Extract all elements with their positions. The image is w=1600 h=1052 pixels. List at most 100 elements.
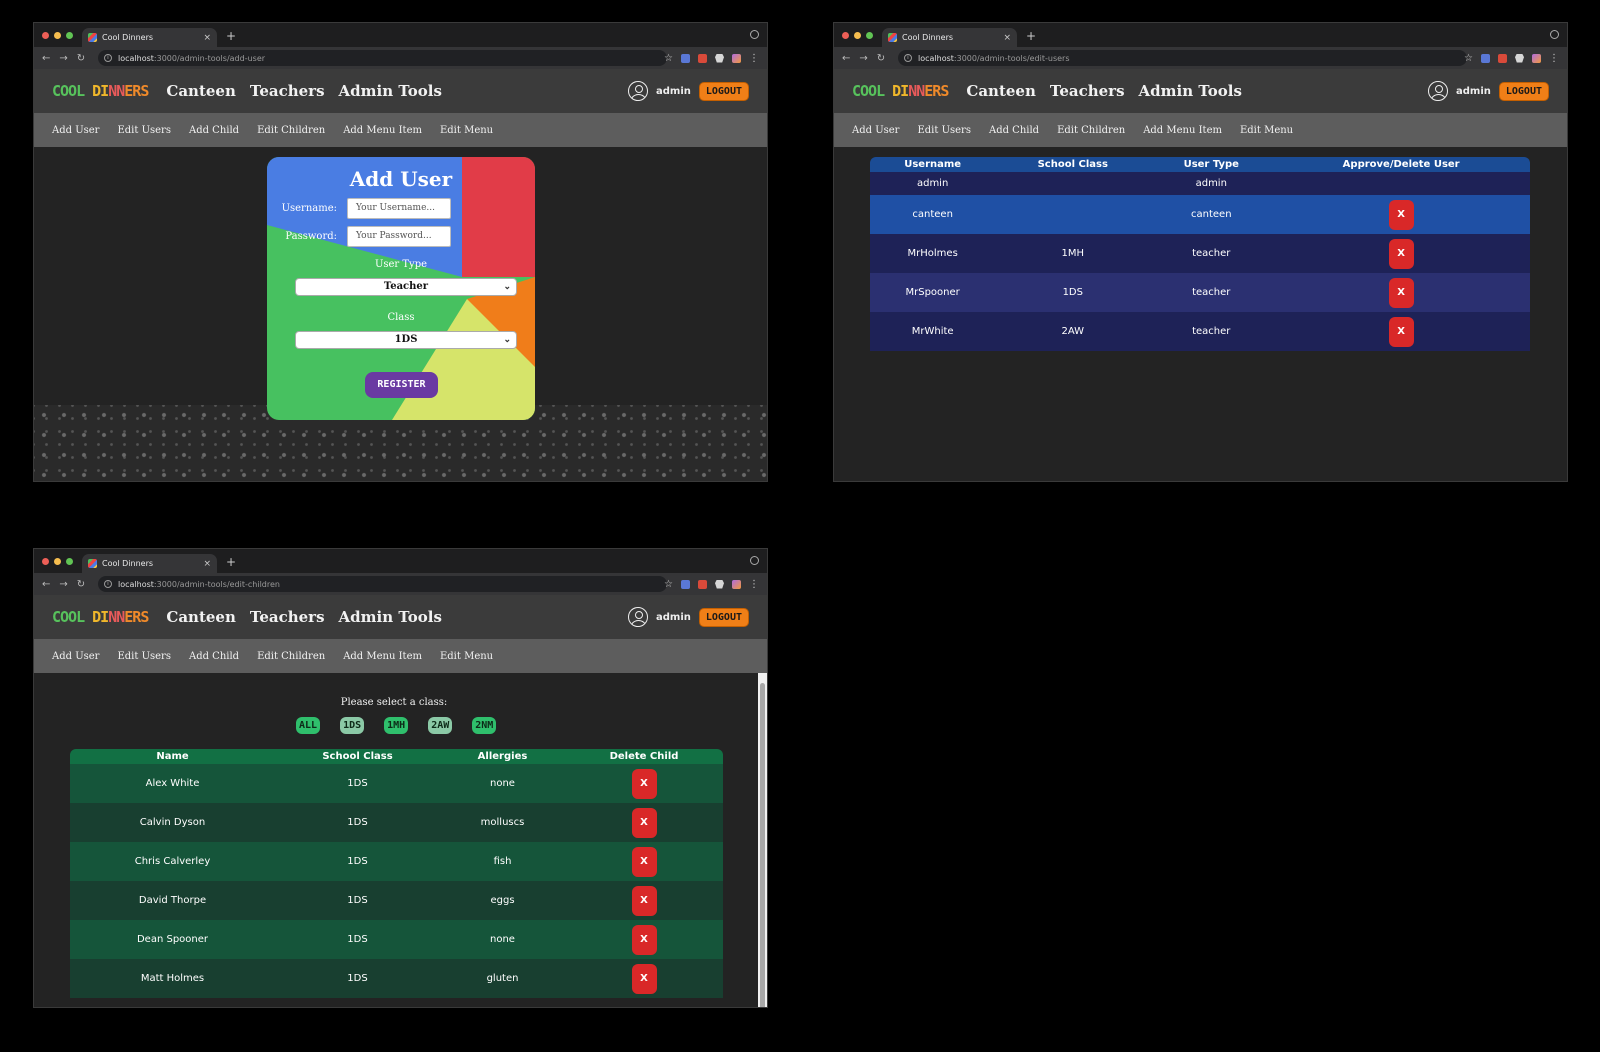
minimize-window-icon[interactable] [54,32,61,39]
maximize-window-icon[interactable] [866,32,873,39]
logout-button[interactable]: LOGOUT [1498,81,1549,101]
extension-icon[interactable] [1498,53,1507,63]
subnav-edit-users[interactable]: Edit Users [917,125,971,136]
tab-close-icon[interactable]: × [1003,33,1011,43]
back-arrow-icon[interactable]: ← [42,53,50,64]
profile-icon[interactable] [732,53,741,63]
class-filter-1ds[interactable]: 1DS [340,717,365,734]
address-bar[interactable]: i localhost:3000/admin-tools/edit-users [898,50,1467,66]
tab-close-icon[interactable]: × [203,559,211,569]
address-bar[interactable]: i localhost:3000/admin-tools/add-user [98,50,667,66]
subnav-edit-users[interactable]: Edit Users [117,125,171,136]
subnav-edit-menu[interactable]: Edit Menu [440,125,493,136]
extensions-icon[interactable] [715,53,724,63]
subnav-add-menu-item[interactable]: Add Menu Item [343,651,422,662]
user-type-select[interactable]: Teacher ⌄ [295,278,517,296]
nav-admin-tools[interactable]: Admin Tools [1139,82,1242,100]
reload-icon[interactable]: ↻ [877,53,885,64]
extensions-icon[interactable] [715,579,724,589]
minimize-window-icon[interactable] [854,32,861,39]
back-arrow-icon[interactable]: ← [42,579,50,590]
logout-button[interactable]: LOGOUT [698,81,749,101]
back-arrow-icon[interactable]: ← [842,53,850,64]
window-menu-icon[interactable] [750,556,759,565]
minimize-window-icon[interactable] [54,558,61,565]
cool-dinners-logo[interactable]: COOL DINNERS [52,82,149,100]
new-tab-button[interactable]: + [1026,29,1036,43]
browser-tab[interactable]: Cool Dinners × [882,28,1017,47]
subnav-add-child[interactable]: Add Child [989,125,1039,136]
class-filter-1mh[interactable]: 1MH [384,717,409,734]
password-input[interactable]: Your Password... [347,226,451,247]
subnav-edit-children[interactable]: Edit Children [1057,125,1125,136]
class-filter-all[interactable]: ALL [296,717,321,734]
scrollbar-thumb[interactable] [760,683,765,1007]
info-icon[interactable]: i [904,54,912,62]
extension-icon[interactable] [698,53,707,63]
forward-arrow-icon[interactable]: → [59,579,67,590]
maximize-window-icon[interactable] [66,558,73,565]
star-icon[interactable]: ☆ [664,53,673,64]
kebab-menu-icon[interactable]: ⋮ [1549,53,1559,64]
reload-icon[interactable]: ↻ [77,579,85,590]
subnav-add-menu-item[interactable]: Add Menu Item [343,125,422,136]
nav-canteen[interactable]: Canteen [966,82,1036,100]
new-tab-button[interactable]: + [226,29,236,43]
nav-canteen[interactable]: Canteen [166,82,236,100]
close-window-icon[interactable] [42,558,49,565]
window-menu-icon[interactable] [750,30,759,39]
close-window-icon[interactable] [42,32,49,39]
class-filter-2aw[interactable]: 2AW [428,717,453,734]
address-bar[interactable]: i localhost:3000/admin-tools/edit-childr… [98,576,667,592]
class-filter-2nm[interactable]: 2NM [472,717,497,734]
info-icon[interactable]: i [104,580,112,588]
delete-user-button[interactable]: X [1388,316,1414,347]
username-input[interactable]: Your Username... [347,198,451,219]
close-window-icon[interactable] [842,32,849,39]
extensions-icon[interactable] [1515,53,1524,63]
register-button[interactable]: REGISTER [365,372,438,398]
delete-child-button[interactable]: X [631,963,657,994]
subnav-edit-children[interactable]: Edit Children [257,651,325,662]
delete-child-button[interactable]: X [631,807,657,838]
delete-user-button[interactable]: X [1388,277,1414,308]
delete-user-button[interactable]: X [1388,238,1414,269]
extension-icon[interactable] [698,579,707,589]
profile-icon[interactable] [732,579,741,589]
nav-teachers[interactable]: Teachers [250,82,325,100]
tab-close-icon[interactable]: × [203,33,211,43]
subnav-edit-users[interactable]: Edit Users [117,651,171,662]
user-avatar-icon[interactable] [628,607,648,627]
browser-tab[interactable]: Cool Dinners × [82,554,217,573]
cool-dinners-logo[interactable]: COOL DINNERS [852,82,949,100]
subnav-add-user[interactable]: Add User [52,651,99,662]
subnav-edit-children[interactable]: Edit Children [257,125,325,136]
extension-icon[interactable] [681,579,690,589]
reload-icon[interactable]: ↻ [77,53,85,64]
logout-button[interactable]: LOGOUT [698,607,749,627]
nav-canteen[interactable]: Canteen [166,608,236,626]
user-avatar-icon[interactable] [628,81,648,101]
new-tab-button[interactable]: + [226,555,236,569]
subnav-edit-menu[interactable]: Edit Menu [440,651,493,662]
subnav-add-child[interactable]: Add Child [189,651,239,662]
star-icon[interactable]: ☆ [1464,53,1473,64]
delete-child-button[interactable]: X [631,924,657,955]
class-select[interactable]: 1DS ⌄ [295,331,517,349]
vertical-scrollbar[interactable] [758,673,767,1007]
subnav-add-child[interactable]: Add Child [189,125,239,136]
browser-tab[interactable]: Cool Dinners × [82,28,217,47]
nav-admin-tools[interactable]: Admin Tools [339,608,442,626]
profile-icon[interactable] [1532,53,1541,63]
window-menu-icon[interactable] [1550,30,1559,39]
maximize-window-icon[interactable] [66,32,73,39]
forward-arrow-icon[interactable]: → [859,53,867,64]
subnav-add-user[interactable]: Add User [52,125,99,136]
nav-teachers[interactable]: Teachers [250,608,325,626]
subnav-add-user[interactable]: Add User [852,125,899,136]
delete-child-button[interactable]: X [631,846,657,877]
user-avatar-icon[interactable] [1428,81,1448,101]
cool-dinners-logo[interactable]: COOL DINNERS [52,608,149,626]
delete-child-button[interactable]: X [631,885,657,916]
delete-user-button[interactable]: X [1388,199,1414,230]
